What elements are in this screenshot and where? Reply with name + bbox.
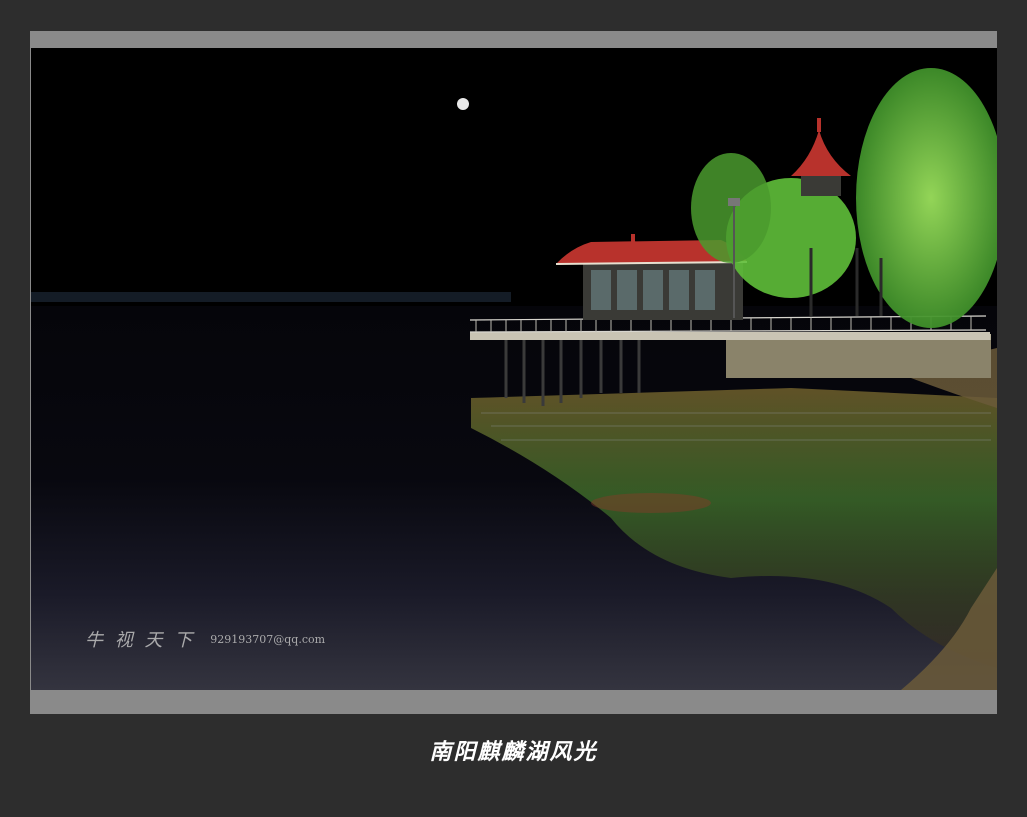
landscape-photo [31, 48, 997, 690]
watermark-signature: 牛 视 天 下 [85, 630, 196, 651]
watermark-email: 929193707@qq.com [210, 632, 326, 646]
photo-caption: 南阳麒麟湖风光 [429, 739, 598, 765]
photo-watermark: 牛 视 天 下 929193707@qq.com [85, 626, 325, 652]
moon [457, 98, 469, 110]
